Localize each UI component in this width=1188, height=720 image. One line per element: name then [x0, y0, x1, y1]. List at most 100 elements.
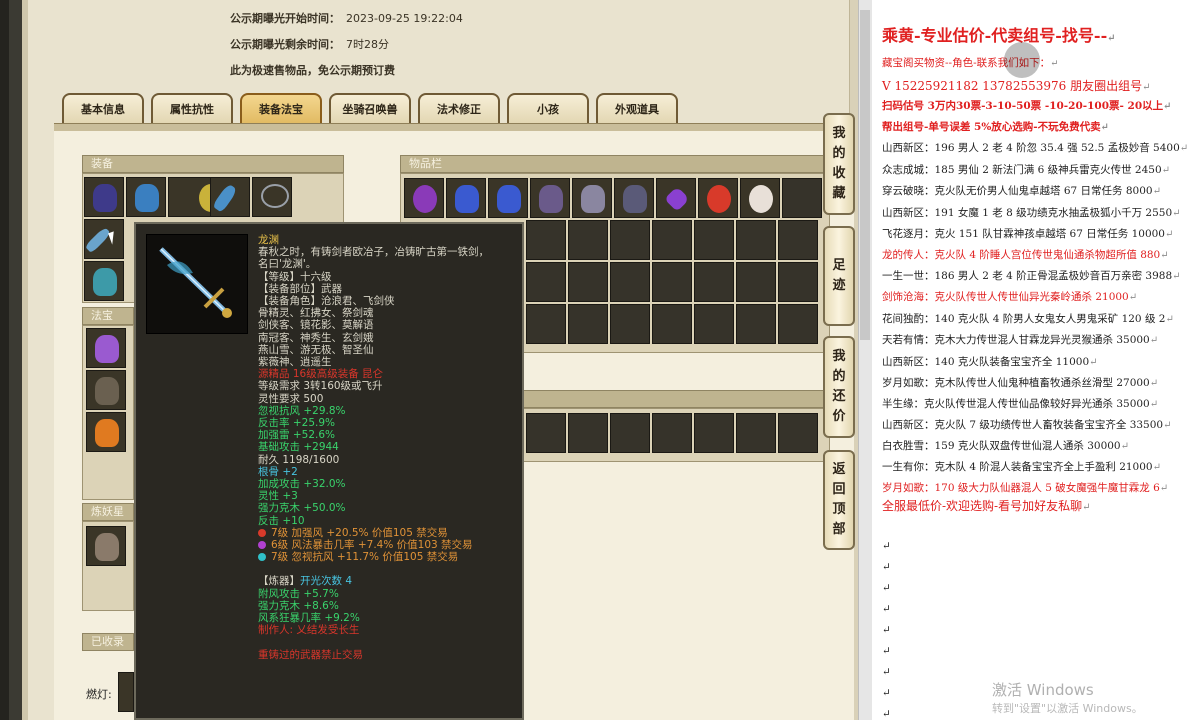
note-line: 穿云破晓：克火队无价男人仙鬼卓越塔 67 日常任务 8000↵ [882, 183, 1161, 198]
refine-stats: 附风攻击 +5.7% 强力克木 +8.6% 风系狂暴几率 +9.2% 制作人: 乂结发… [258, 588, 520, 637]
note-line: V 15225921182 13782553976 朋友圈出组号↵ [882, 77, 1150, 94]
windows-watermark: 激活 Windows [992, 681, 1094, 699]
note-line-text: 天若有情：克木大力传世混人甘霖龙异光灵猴通杀 35000 [882, 334, 1150, 346]
scrollbar-thumb[interactable] [860, 10, 870, 340]
note-line: 山西新区：140 克火队装备宝宝齐全 11000↵ [882, 354, 1098, 369]
storage-slot[interactable] [694, 413, 734, 453]
inventory-slot[interactable] [526, 304, 566, 344]
note-line: 岁月如歌：克木队传世人仙鬼种植畜牧通杀丝滑型 27000↵ [882, 375, 1158, 390]
note-line: 天若有情：克木大力传世混人甘霖龙异光灵猴通杀 35000↵ [882, 332, 1158, 347]
note-line-text: 山西新区：克火队 7 级功绩传世人畜牧装备宝宝齐全 33500 [882, 419, 1164, 431]
item-stat-line: 等级需求 3转160级或飞升 [258, 380, 383, 393]
inventory-slot[interactable] [610, 262, 650, 302]
button-char: 返 [832, 462, 846, 477]
storage-slot[interactable] [736, 413, 776, 453]
gem-text: 6级 风法暴击几率 +7.4% 价值103 禁交易 [271, 539, 473, 552]
refine-line: 强力克木 +8.6% [258, 599, 339, 612]
inventory-slot[interactable] [652, 262, 692, 302]
tab-equipment[interactable]: 装备法宝 [240, 93, 322, 123]
fabao-header: 法宝 [82, 307, 134, 325]
note-line-text: 一生有你：克木队 4 阶混人装备宝宝齐全上手盈利 21000 [882, 461, 1153, 473]
storage-slot[interactable] [652, 413, 692, 453]
footprint-button[interactable]: 足迹 [823, 226, 855, 326]
inventory-slot[interactable] [736, 304, 776, 344]
storage-slot[interactable] [778, 413, 818, 453]
item-stat-line: 【装备部位】武器 [258, 282, 342, 295]
inventory-item[interactable] [698, 178, 738, 218]
equip-slot[interactable] [210, 177, 250, 217]
inventory-item[interactable] [530, 178, 570, 218]
tab-kids[interactable]: 小孩 [507, 93, 589, 123]
pet-slot[interactable] [86, 526, 126, 566]
lamp-slot [118, 672, 134, 712]
inventory-slot[interactable] [568, 304, 608, 344]
inventory-slot[interactable] [610, 304, 650, 344]
equip-header: 装备 [82, 155, 344, 173]
return-mark: ↵ [1089, 357, 1098, 368]
return-mark: ↵ [1152, 186, 1161, 197]
inventory-slot[interactable] [778, 220, 818, 260]
button-char: 迹 [832, 278, 846, 293]
tab-mounts[interactable]: 坐骑召唤兽 [329, 93, 411, 123]
back-to-top-button[interactable]: 返回顶部 [823, 450, 855, 550]
inventory-item[interactable] [404, 178, 444, 218]
inventory-slot[interactable] [778, 262, 818, 302]
favorites-button[interactable]: 我的收藏 [823, 113, 855, 215]
inventory-slot[interactable] [736, 262, 776, 302]
inventory-slot[interactable] [694, 262, 734, 302]
equip-slot[interactable] [252, 177, 292, 217]
empty-line-mark: ↵ [882, 645, 891, 657]
inventory-slot[interactable] [652, 304, 692, 344]
tab-basic-info[interactable]: 基本信息 [62, 93, 144, 123]
item-stat-line: 反击 +10 [258, 514, 305, 527]
inventory-slot[interactable] [568, 262, 608, 302]
empty-line-mark: ↵ [882, 666, 891, 678]
return-mark: ↵ [1179, 143, 1188, 154]
inventory-item[interactable] [614, 178, 654, 218]
note-line: 扫码估号 3万内30票-3-10-50票 -10-20-100票- 20以上↵ [882, 98, 1172, 113]
refine-count: 开光次数 4 [300, 575, 353, 588]
tab-appearance[interactable]: 外观道具 [596, 93, 678, 123]
fabao-slot[interactable] [86, 328, 126, 368]
my-offer-button[interactable]: 我的还价 [823, 336, 855, 438]
inventory-slot[interactable] [782, 178, 822, 218]
equip-slot[interactable] [84, 177, 124, 217]
inventory-item[interactable] [656, 178, 696, 218]
equip-slot[interactable] [84, 261, 124, 301]
empty-line-mark: ↵ [882, 624, 891, 636]
fabao-slot[interactable] [86, 370, 126, 410]
window-border [9, 0, 23, 720]
inventory-slot[interactable] [526, 220, 566, 260]
fabao-slot[interactable] [86, 412, 126, 452]
inventory-slot[interactable] [568, 220, 608, 260]
inventory-item[interactable] [446, 178, 486, 218]
equip-slot[interactable] [126, 177, 166, 217]
inventory-item[interactable] [740, 178, 780, 218]
note-line: 剑饰沧海：克火队传世人传世仙异光秦岭通杀 21000↵ [882, 289, 1137, 304]
storage-slot[interactable] [610, 413, 650, 453]
inventory-slot[interactable] [694, 304, 734, 344]
inventory-slot[interactable] [778, 304, 818, 344]
storage-slot[interactable] [568, 413, 608, 453]
return-mark: ↵ [1161, 165, 1171, 176]
inventory-slot[interactable] [526, 262, 566, 302]
tab-spell-mods[interactable]: 法术修正 [418, 93, 500, 123]
inventory-slot[interactable] [610, 220, 650, 260]
note-line: 半生缘：克火队传世混人传世仙品像较好异光通杀 35000↵ [882, 396, 1158, 411]
item-stats: 【等级】十六级 【装备部位】武器 【装备角色】沧浪君、飞剑侠 骨精灵、红拂女、祭剑魂剑… [258, 271, 520, 527]
gem-text: 7级 加强风 +20.5% 价值105 禁交易 [271, 526, 448, 539]
equip-slot-weapon[interactable] [84, 219, 124, 259]
inventory-slot[interactable] [652, 220, 692, 260]
note-line-text: 众志成城：185 男仙 2 新法门满 6 级神兵雷克火传世 2450 [882, 164, 1162, 176]
button-char: 我 [832, 349, 846, 364]
inventory-slot[interactable] [694, 220, 734, 260]
note-line-text: 花间独酌：140 克火队 4 阶男人女鬼女人男鬼采矿 120 级 2 [882, 313, 1166, 325]
inventory-item[interactable] [572, 178, 612, 218]
inventory-item[interactable] [488, 178, 528, 218]
return-mark: ↵ [1100, 122, 1110, 133]
inventory-slot[interactable] [736, 220, 776, 260]
item-desc: 春秋之时，有铸剑者欧冶子，冶铸旷古第一铁剑， [258, 246, 489, 259]
tab-attributes[interactable]: 属性抗性 [151, 93, 233, 123]
storage-slot[interactable] [526, 413, 566, 453]
button-char: 的 [832, 146, 846, 161]
